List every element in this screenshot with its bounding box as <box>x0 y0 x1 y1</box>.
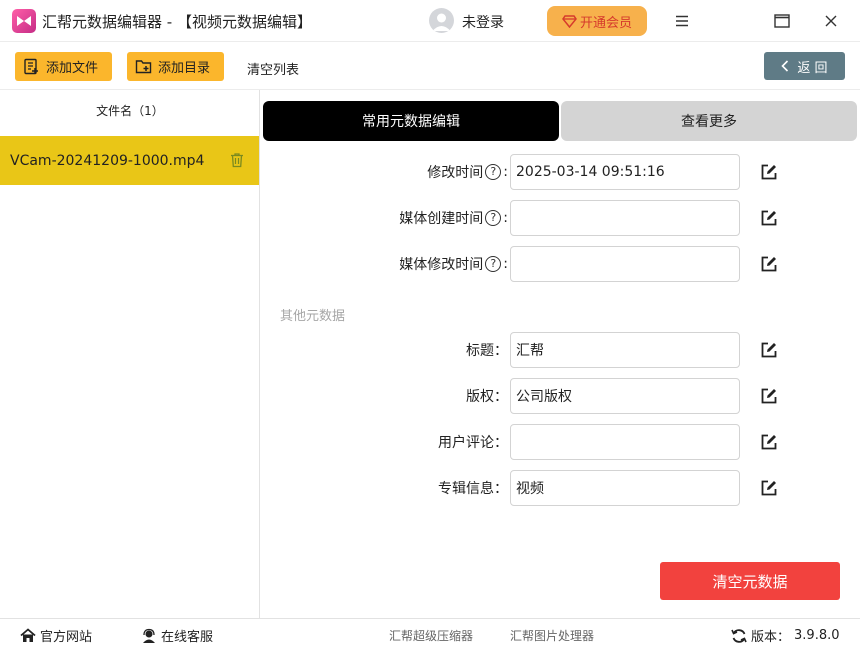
copyright-input[interactable] <box>510 378 740 414</box>
add-folder-label: 添加目录 <box>158 61 211 76</box>
modified-time-label: 修改时间 ? : <box>427 164 508 181</box>
media-created-label: 媒体创建时间 ? : <box>399 210 508 227</box>
close-button[interactable] <box>819 9 843 33</box>
official-website-link[interactable]: 官方网站 <box>20 626 92 645</box>
user-avatar-icon[interactable] <box>429 8 454 33</box>
online-support-link[interactable]: 在线客服 <box>141 626 213 645</box>
copyright-label: 版权： <box>466 389 508 405</box>
app-logo-icon <box>12 9 36 33</box>
version-label: 版本： <box>751 630 791 645</box>
other-metadata-section-title: 其他元数据 <box>280 309 346 324</box>
version-number: 3.9.8.0 <box>794 628 840 643</box>
comment-input[interactable] <box>510 424 740 460</box>
file-list-item[interactable]: VCam-20241209-1000.mp4 <box>0 136 259 185</box>
edit-icon[interactable] <box>760 209 778 227</box>
add-file-label: 添加文件 <box>46 61 99 76</box>
edit-icon[interactable] <box>760 341 778 359</box>
edit-icon[interactable] <box>760 479 778 497</box>
maximize-button[interactable] <box>770 9 794 33</box>
clear-list-button[interactable]: 清空列表 <box>247 59 299 78</box>
diamond-icon <box>562 14 577 28</box>
hamburger-icon <box>676 15 688 27</box>
title-bar: 汇帮元数据编辑器 - 【视频元数据编辑】 未登录 开通会员 <box>0 0 860 42</box>
file-list-panel: 文件名（1） VCam-20241209-1000.mp4 <box>0 90 260 618</box>
help-icon[interactable]: ? <box>485 256 502 272</box>
edit-icon[interactable] <box>760 255 778 273</box>
menu-button[interactable] <box>670 9 694 33</box>
login-status[interactable]: 未登录 <box>462 12 504 32</box>
add-file-icon <box>24 58 38 75</box>
back-button[interactable]: 返 回 <box>764 52 845 80</box>
album-input[interactable] <box>510 470 740 506</box>
file-list-header: 文件名（1） <box>96 104 164 118</box>
vip-button[interactable]: 开通会员 <box>547 6 647 36</box>
file-name: VCam-20241209-1000.mp4 <box>10 152 205 169</box>
modified-time-input[interactable] <box>510 154 740 190</box>
tab-common-metadata[interactable]: 常用元数据编辑 <box>263 101 559 141</box>
toolbar: 添加文件 添加目录 清空列表 <box>0 42 860 90</box>
help-icon[interactable]: ? <box>485 210 502 226</box>
version-info: 版本： 3.9.8.0 <box>731 626 840 645</box>
media-modified-input[interactable] <box>510 246 740 282</box>
add-file-button[interactable]: 添加文件 <box>15 52 112 81</box>
support-agent-icon <box>143 628 155 643</box>
comment-label: 用户评论： <box>438 435 508 451</box>
tab-view-more[interactable]: 查看更多 <box>561 101 857 141</box>
window-title: 汇帮元数据编辑器 - 【视频元数据编辑】 <box>42 13 312 31</box>
help-icon[interactable]: ? <box>485 164 502 180</box>
media-modified-label: 媒体修改时间 ? : <box>399 256 508 273</box>
clear-metadata-button[interactable]: 清空元数据 <box>660 562 840 600</box>
title-input[interactable] <box>510 332 740 368</box>
back-label: 返 回 <box>797 60 828 76</box>
online-support-label: 在线客服 <box>161 630 214 645</box>
vip-label: 开通会员 <box>579 15 632 31</box>
edit-icon[interactable] <box>760 163 778 181</box>
home-icon <box>20 628 36 642</box>
title-label: 标题： <box>466 343 508 359</box>
maximize-icon <box>774 14 790 28</box>
edit-icon[interactable] <box>760 387 778 405</box>
close-icon <box>825 15 837 27</box>
image-processor-link[interactable]: 汇帮图片处理器 <box>510 627 594 644</box>
media-created-input[interactable] <box>510 200 740 236</box>
add-folder-icon <box>135 60 152 74</box>
official-website-label: 官方网站 <box>40 630 93 645</box>
compressor-link[interactable]: 汇帮超级压缩器 <box>389 627 473 644</box>
refresh-icon[interactable] <box>731 628 747 644</box>
edit-icon[interactable] <box>760 433 778 451</box>
trash-icon[interactable] <box>229 152 245 168</box>
footer: 官方网站 在线客服 汇帮超级压缩器 汇帮图片处理器 版本： 3.9.8.0 <box>0 618 860 650</box>
chevron-left-icon <box>781 60 789 72</box>
add-folder-button[interactable]: 添加目录 <box>127 52 224 81</box>
album-label: 专辑信息： <box>438 481 508 497</box>
